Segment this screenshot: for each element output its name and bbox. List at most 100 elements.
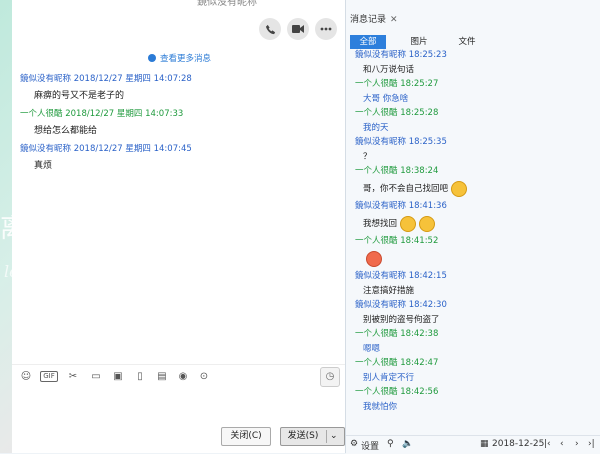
screen-shake-icon[interactable]: ▯ [134,371,146,382]
phone-icon [265,24,275,34]
message-item: 鏡似没有昵称 2018/12/27 星期四 14:07:28 麻痹的号又不是老子… [12,72,332,107]
close-icon[interactable]: ✕ [390,15,398,25]
settings-label[interactable]: 设置 [361,439,379,452]
last-page-icon[interactable]: ›| [588,439,595,449]
history-meta: 一个人很酷 18:42:56 [346,386,600,399]
more-tools-icon[interactable]: ⊙ [198,371,210,382]
history-message-text: 我想找回 [363,219,398,229]
history-meta-text: 鏡似没有昵称 18:41:36 [355,201,447,211]
red-packet-icon[interactable]: ▤ [156,371,168,382]
history-message: 哥，你不会自己找回吧 [346,178,600,200]
send-label: 发送(S) [287,431,319,441]
message-meta: 鏡似没有昵称 2018/12/27 星期四 14:07:45 [12,142,332,156]
search-icon[interactable]: ⚲ [387,439,394,449]
history-footer: ⚙ 设置 ⚲ 🔈 ▦ 2018-12-25 |‹ ‹ › ›| [346,435,600,454]
more-options-button[interactable] [315,18,337,40]
history-message: 和八万说句话 [346,62,600,78]
history-clock-icon: ◷ [325,371,335,382]
history-meta-text: 鏡似没有昵称 18:42:15 [355,271,447,281]
history-meta: 一个人很酷 18:38:24 [346,165,600,178]
history-message-text: 大哥 你急啥 [363,94,409,104]
history-message: 嗯嗯 [346,341,600,357]
message-meta: 一个人很酷 2018/12/27 星期四 14:07:33 [12,107,332,121]
folder-icon[interactable]: ▭ [90,371,102,382]
history-meta-text: 一个人很酷 18:42:47 [355,358,439,368]
laughing-face-icon [400,215,417,232]
history-message: 我想找回 [346,213,600,235]
history-meta-text: 一个人很酷 18:42:38 [355,329,439,339]
gif-icon[interactable]: GIF [40,371,58,382]
first-page-icon[interactable]: |‹ [544,439,551,449]
settings-gear-icon[interactable]: ⚙ [350,439,358,449]
history-meta: 一个人很酷 18:42:38 [346,328,600,341]
video-camera-icon [292,25,304,33]
emoji-icon[interactable]: ☺ [20,371,32,382]
history-meta-text: 一个人很酷 18:38:24 [355,166,439,176]
history-message: 我的天 [346,120,600,136]
history-message-text: 嗯嗯 [363,344,381,354]
tab-label: 消息记录 [350,15,387,25]
calendar-icon[interactable]: ▦ [480,439,489,449]
message-sender: 一个人很酷 [20,109,63,119]
history-message-text: 我就怕你 [363,402,398,412]
angry-face-icon [366,250,382,267]
history-meta: 鏡似没有昵称 18:42:30 [346,299,600,312]
history-meta: 鏡似没有昵称 18:41:36 [346,200,600,213]
history-meta: 一个人很酷 18:25:28 [346,107,600,120]
tab-all[interactable]: 全部 [350,35,386,49]
message-history-button[interactable]: ◷ [320,367,340,387]
message-history-panel: 消息记录 ✕ 全部 图片 文件 鏡似没有昵称 18:25:23 和八万说句话一个人很… [345,0,600,454]
history-meta-text: 鏡似没有昵称 18:25:35 [355,137,447,147]
history-meta: 一个人很酷 18:25:27 [346,78,600,91]
video-call-button[interactable] [287,18,309,40]
history-meta-text: 一个人很酷 18:25:28 [355,108,439,118]
history-meta-text: 一个人很酷 18:41:52 [355,236,439,246]
history-message: 我就怕你 [346,399,600,415]
call-buttons [259,18,337,40]
history-message: ？ [346,149,600,165]
history-message-text: 别被别的盗号佝盗了 [363,315,440,325]
tab-images[interactable]: 图片 [406,35,432,49]
history-meta: 鏡似没有昵称 18:25:23 [346,49,600,62]
send-divider [326,430,327,443]
voice-message-icon[interactable]: ◉ [177,371,189,382]
history-message-text: 和八万说句话 [363,65,415,75]
message-text: 真烦 [34,161,53,171]
view-more-messages-link[interactable]: 查看更多消息 [148,52,211,64]
history-meta: 鏡似没有昵称 18:42:15 [346,270,600,283]
phone-call-button[interactable] [259,18,281,40]
image-icon[interactable]: ▣ [112,371,124,382]
history-message-text: 我的天 [363,123,389,133]
message-time: 2018/12/27 星期四 14:07:33 [65,109,184,119]
history-meta: 一个人很酷 18:42:47 [346,357,600,370]
next-page-icon[interactable]: › [575,439,579,449]
message-text: 麻痹的号又不是老子的 [34,91,125,101]
tab-message-history[interactable]: 消息记录 ✕ [350,12,398,25]
laughing-face-icon [419,215,436,232]
send-button[interactable]: 发送(S) ⌄ [280,427,345,446]
history-message [346,248,600,270]
clock-icon [148,54,156,62]
history-message-text: 哥，你不会自己找回吧 [363,184,449,194]
chat-window: 鏡似没有昵称 查看更多消息 鏡似没有昵称 2018/12/27 星期四 14:0… [12,0,345,453]
tab-files[interactable]: 文件 [454,35,480,49]
message-item: 鏡似没有昵称 2018/12/27 星期四 14:07:45 真烦 [12,142,332,177]
history-meta-text: 鏡似没有昵称 18:42:30 [355,300,447,310]
history-meta: 鏡似没有昵称 18:25:35 [346,136,600,149]
message-item: 一个人很酷 2018/12/27 星期四 14:07:33 想给怎么都能给 [12,107,332,142]
message-time: 2018/12/27 星期四 14:07:45 [73,144,192,154]
history-message-text: 别人肯定不行 [363,373,415,383]
speaker-icon[interactable]: 🔈 [402,439,413,449]
laughing-face-icon [451,180,468,197]
message-list: 鏡似没有昵称 2018/12/27 星期四 14:07:28 麻痹的号又不是老子… [12,72,332,177]
prev-page-icon[interactable]: ‹ [560,439,564,449]
send-options-chevron-down-icon[interactable]: ⌄ [330,428,338,445]
history-message: 别被别的盗号佝盗了 [346,312,600,328]
scissors-icon[interactable]: ✂ [67,371,79,382]
history-message-text: 注意搞好措施 [363,286,415,296]
message-time: 2018/12/27 星期四 14:07:28 [73,74,192,84]
close-button[interactable]: 关闭(C) [221,427,271,446]
window-title: 鏡似没有昵称 [197,0,257,8]
more-icon [320,27,332,31]
message-sender: 鏡似没有昵称 [20,144,72,154]
